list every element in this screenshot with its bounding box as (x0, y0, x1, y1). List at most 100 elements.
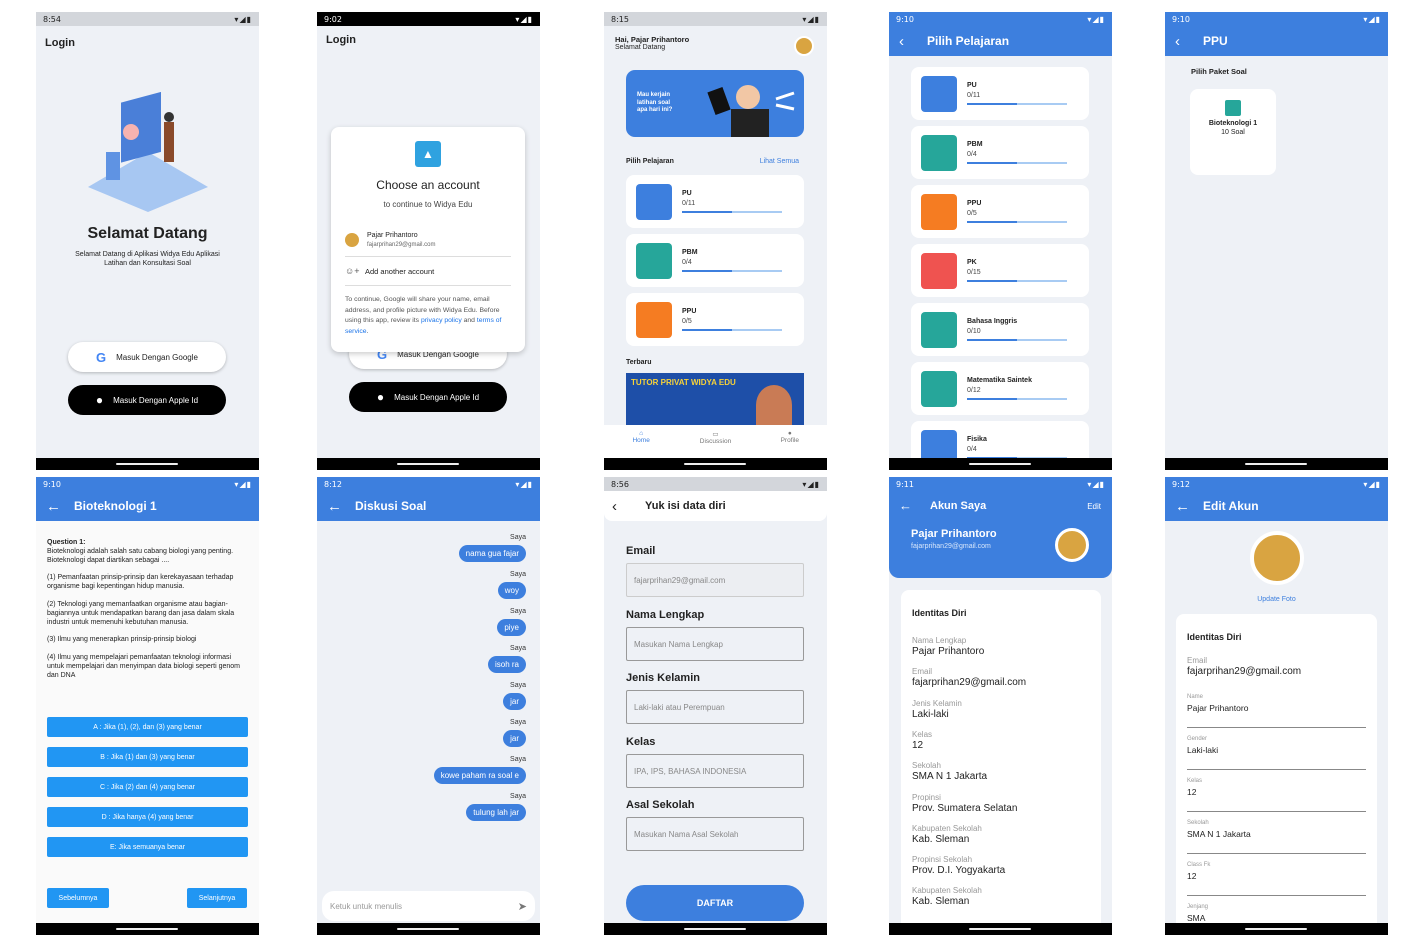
gender-field[interactable]: Laki-laki atau Perempuan (626, 690, 804, 724)
class-field[interactable]: IPA, IPS, BAHASA INDONESIA (626, 754, 804, 788)
chat-bubble: tulung lah jar (466, 804, 526, 821)
calculator-icon (921, 252, 957, 289)
name-label: Nama Lengkap (626, 609, 705, 621)
subject-card[interactable]: Matematika Saintek 0/12 (911, 362, 1089, 415)
page-title: Edit Akun (1203, 499, 1259, 513)
previous-button[interactable]: Sebelumnya (47, 888, 109, 908)
subject-card[interactable]: PK 0/15 (911, 244, 1089, 297)
status-bar: 8:56 ▾◢▮ (604, 477, 827, 491)
edit-field[interactable]: Class Fk 12 (1187, 862, 1366, 896)
answer-option-a[interactable]: A : Jika (1), (2), dan (3) yang benar (47, 717, 248, 737)
back-arrow-icon[interactable]: ‹ (1175, 33, 1203, 50)
package-icon (1225, 100, 1241, 116)
subject-card[interactable]: PBM 0/4 (911, 126, 1089, 179)
avatar[interactable] (1250, 531, 1304, 585)
status-time: 9:10 (43, 479, 61, 489)
answer-option-b[interactable]: B : Jika (1) dan (3) yang benar (47, 747, 248, 767)
subject-name: PBM (682, 249, 698, 256)
nav-discussion[interactable]: ▭ Discussion (678, 425, 752, 458)
google-login-button[interactable]: G Masuk Dengan Google (68, 342, 226, 372)
update-photo-link[interactable]: Update Foto (1165, 596, 1388, 603)
back-arrow-icon[interactable]: ‹ (612, 498, 645, 515)
avatar[interactable] (794, 36, 814, 56)
back-arrow-icon[interactable]: ← (327, 498, 355, 515)
name-field[interactable]: Masukan Nama Lengkap (626, 627, 804, 661)
page-title: Login (326, 34, 356, 46)
field-label: Propinsi Sekolah (912, 855, 973, 865)
back-arrow-icon[interactable]: ← (46, 498, 74, 515)
system-nav-bar (604, 458, 827, 470)
subject-progress: 0/4 (967, 151, 977, 158)
field-value: Kab. Sleman (912, 833, 970, 845)
subject-name: PK (967, 259, 977, 266)
app-bar: ‹ Pilih Pelajaran (889, 26, 1112, 56)
profile-email: fajarprihan29@gmail.com (911, 543, 991, 550)
apple-login-button[interactable]: ● Masuk Dengan Apple Id (349, 382, 507, 412)
field-label: Gender (1187, 736, 1208, 742)
register-button[interactable]: DAFTAR (626, 885, 804, 921)
school-placeholder: Masukan Nama Asal Sekolah (634, 829, 739, 839)
apple-login-button[interactable]: ● Masuk Dengan Apple Id (68, 385, 226, 415)
field-label: Nama Lengkap (912, 636, 967, 645)
back-arrow-icon[interactable]: ← (899, 498, 912, 513)
sender-label: Saya (510, 682, 526, 689)
edit-field[interactable]: Sekolah SMA N 1 Jakarta (1187, 820, 1366, 854)
add-person-icon: ☺+ (345, 266, 360, 276)
google-login-label: Masuk Dengan Google (116, 352, 198, 362)
chat-bubble: piye (497, 619, 526, 636)
subject-card[interactable]: PPU 0/5 (626, 293, 804, 346)
school-field[interactable]: Masukan Nama Asal Sekolah (626, 817, 804, 851)
answer-option-e[interactable]: E: Jika semuanya benar (47, 837, 248, 857)
next-button[interactable]: Selanjutnya (187, 888, 247, 908)
subject-name: PPU (682, 308, 697, 315)
subject-card[interactable]: PU 0/11 (911, 67, 1089, 120)
person-icon: ● (787, 430, 792, 437)
add-account-row[interactable]: ☺+ Add another account (345, 260, 511, 286)
answer-option-c[interactable]: C : Jika (2) dan (4) yang benar (47, 777, 248, 797)
field-label: Sekolah (1187, 820, 1209, 826)
status-bar: 9:10 ▾◢▮ (36, 477, 259, 491)
subject-card[interactable]: PBM 0/4 (626, 234, 804, 287)
message-input[interactable]: Ketuk untuk menulis ➤ (322, 891, 535, 921)
book-idea-icon (636, 301, 672, 338)
field-value: fajarprihan29@gmail.com (912, 677, 1027, 689)
see-all-link[interactable]: Lihat Semua (760, 158, 799, 165)
package-name: Bioteknologi 1 (1208, 120, 1258, 127)
apple-login-label: Masuk Dengan Apple Id (394, 392, 480, 402)
package-card[interactable]: Bioteknologi 1 10 Soal (1190, 89, 1276, 175)
nav-home[interactable]: ⌂ Home (604, 425, 678, 458)
nav-profile[interactable]: ● Profile (753, 425, 827, 458)
subject-progress: 0/12 (967, 387, 981, 394)
edit-field[interactable]: Name Pajar Prihantoro (1187, 694, 1366, 728)
edit-field[interactable]: Gender Laki-laki (1187, 736, 1366, 770)
nav-home-label: Home (632, 437, 650, 444)
account-row[interactable]: Pajar Prihantoro fajarprihan29@gmail.com (345, 227, 511, 257)
privacy-link[interactable]: privacy policy (421, 317, 462, 324)
status-bar: 8:15 ▾◢▮ (604, 12, 827, 26)
page-title: Login (45, 37, 75, 49)
field-value: Prov. Sumatera Selatan (912, 802, 1018, 814)
banner-illustration (707, 85, 795, 137)
chat-bubble: isoh ra (487, 656, 526, 673)
page-title: Yuk isi data diri (645, 500, 726, 512)
subject-card[interactable]: PU 0/11 (626, 175, 804, 228)
system-nav-bar (36, 458, 259, 470)
subject-card[interactable]: Bahasa Inggris 0/10 (911, 303, 1089, 356)
edit-button[interactable]: Edit (1087, 502, 1101, 511)
screen-question: 9:10 ▾◢▮ ← Bioteknologi 1 Question 1: Biot… (36, 477, 259, 935)
subject-name: PU (967, 82, 977, 89)
subject-card[interactable]: PPU 0/5 (911, 185, 1089, 238)
promo-banner[interactable]: TUTOR PRIVAT WIDYA EDU (626, 373, 804, 425)
hero-banner[interactable]: Mau kerjain latihan soal apa hari ini? (626, 70, 804, 137)
edit-field[interactable]: Kelas 12 (1187, 778, 1366, 812)
back-arrow-icon[interactable]: ← (1175, 498, 1203, 515)
screen-home: 8:15 ▾◢▮ Hai, Pajar Prihantoro Selamat Da… (604, 12, 827, 470)
statement-2: (2) Teknologi yang memanfaatkan organism… (47, 600, 235, 626)
answer-option-d[interactable]: D : Jika hanya (4) yang benar (47, 807, 248, 827)
identity-card: Identitas Diri Nama Lengkap Pajar Prihant… (901, 590, 1101, 935)
send-icon[interactable]: ➤ (518, 900, 527, 913)
back-arrow-icon[interactable]: ‹ (899, 33, 927, 50)
apple-login-label: Masuk Dengan Apple Id (113, 395, 199, 405)
system-nav-bar (1165, 458, 1388, 470)
progress-bar (682, 211, 782, 213)
